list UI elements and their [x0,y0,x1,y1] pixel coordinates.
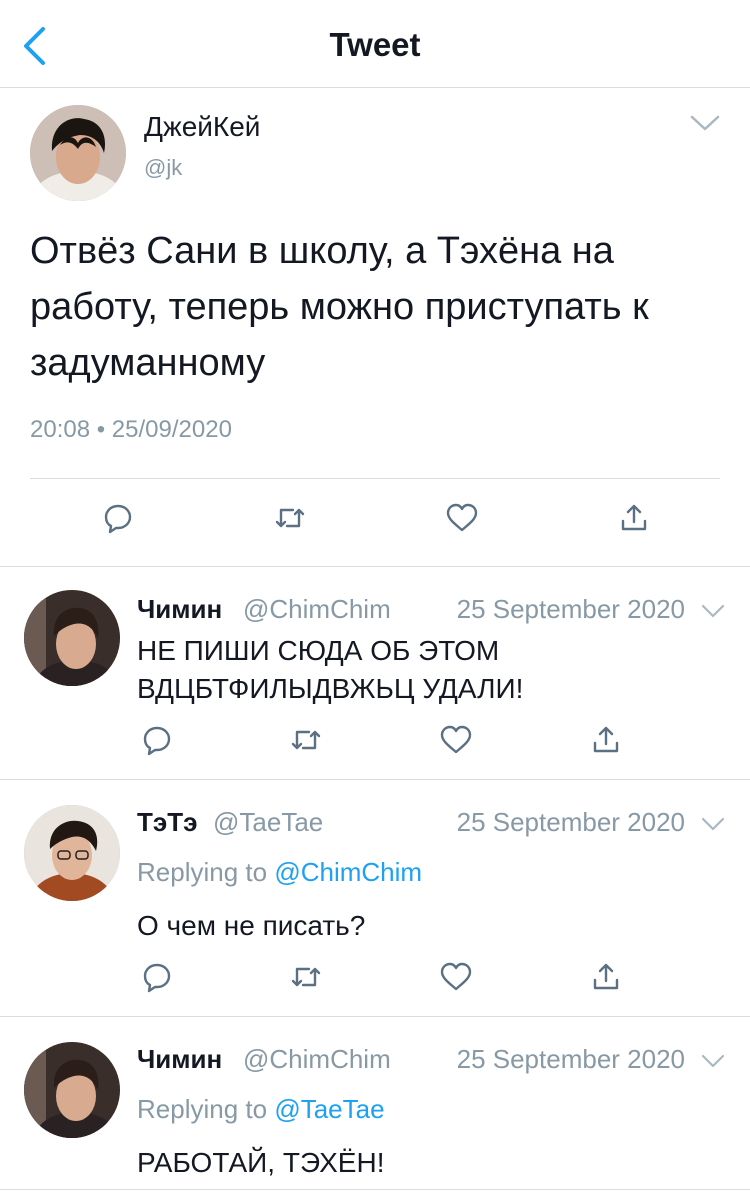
more-options-button[interactable] [699,600,727,622]
author-name[interactable]: Чимин [137,594,222,625]
author-name[interactable]: ДжейКей [144,111,260,143]
reply-tweet[interactable]: ТэТэ @TaeTae 25 September 2020 Replying … [0,781,750,1017]
reply-button[interactable] [98,498,138,538]
tweet-date: 25 September 2020 [456,807,685,837]
share-icon [621,504,647,531]
chevron-down-icon [701,817,725,831]
reply-header: Чимин @ChimChim 25 September 2020 [137,594,727,628]
tweet-text: Отвёз Сани в школу, а Тэхёна на работу, … [30,230,649,384]
replying-to-label: Replying to [137,1094,268,1124]
tweet-date: 25 September 2020 [456,594,685,624]
share-button[interactable] [614,498,654,538]
author-handle[interactable]: @ChimChim [243,1044,391,1075]
retweet-icon [275,508,305,528]
chevron-down-icon [701,1054,725,1068]
tweet-text-line: НЕ ПИШИ СЮДА ОБ ЭТОМ [137,635,500,666]
mention-link[interactable]: @TaeTae [274,1094,384,1124]
chevron-down-icon [701,604,725,618]
share-icon [593,963,619,990]
share-icon [593,726,619,753]
tweet-text: НЕ ПИШИ СЮДА ОБ ЭТОМ ВДЦБТФИЛЫДВЖЬЦ УДАЛ… [137,632,523,708]
tweet-text: РАБОТАЙ, ТЭХЁН! [137,1147,385,1178]
author-handle[interactable]: @jk [144,155,182,181]
tweet-text-line: ВДЦБТФИЛЫДВЖЬЦ УДАЛИ! [137,673,524,704]
reply-icon [143,726,171,756]
tweet-timestamp: 20:08 • 25/09/2020 [30,416,232,443]
like-icon [446,503,478,532]
reply-header: Чимин @ChimChim 25 September 2020 [137,1044,727,1078]
action-bar [0,957,750,997]
like-button[interactable] [436,720,476,760]
mention-link[interactable]: @ChimChim [274,857,422,887]
retweet-button[interactable] [286,720,326,760]
retweet-button[interactable] [270,498,310,538]
replying-to: Replying to @TaeTae [137,1094,385,1125]
main-tweet: ДжейКей @jk Отвёз Сани в школу, а Тэхёна… [0,89,750,567]
reply-icon [104,504,132,534]
reply-tweet[interactable]: Чимин @ChimChim 25 September 2020 НЕ ПИШ… [0,568,750,780]
like-icon [440,962,472,991]
retweet-icon [291,967,321,987]
share-button[interactable] [586,957,626,997]
tweet-text: О чем не писать? [137,910,366,941]
avatar[interactable] [30,105,126,201]
like-button[interactable] [436,957,476,997]
like-button[interactable] [442,498,482,538]
avatar[interactable] [24,1042,120,1138]
tweet-date: 25 September 2020 [456,1044,685,1074]
more-options-button[interactable] [699,813,727,835]
replying-to-label: Replying to [137,857,268,887]
action-bar [0,720,750,760]
reply-tweet[interactable]: Чимин @ChimChim 25 September 2020 Replyi… [0,1018,750,1190]
reply-button[interactable] [137,720,177,760]
reply-button[interactable] [137,957,177,997]
more-options-button[interactable] [699,1050,727,1072]
avatar[interactable] [24,590,120,686]
action-bar [0,498,750,538]
divider [30,478,720,479]
avatar[interactable] [24,805,120,901]
like-icon [440,725,472,754]
page-title: Tweet [329,26,421,63]
share-button[interactable] [586,720,626,760]
reply-header: ТэТэ @TaeTae 25 September 2020 [137,807,727,841]
chevron-down-icon [690,115,720,131]
more-options-button[interactable] [688,109,722,137]
retweet-button[interactable] [286,957,326,997]
author-name[interactable]: Чимин [137,1044,222,1075]
reply-icon [143,963,171,993]
top-bar: Tweet [0,0,750,88]
author-name[interactable]: ТэТэ [137,807,197,838]
author-handle[interactable]: @TaeTae [213,807,323,838]
author-handle[interactable]: @ChimChim [243,594,391,625]
retweet-icon [291,730,321,750]
replying-to: Replying to @ChimChim [137,857,422,888]
